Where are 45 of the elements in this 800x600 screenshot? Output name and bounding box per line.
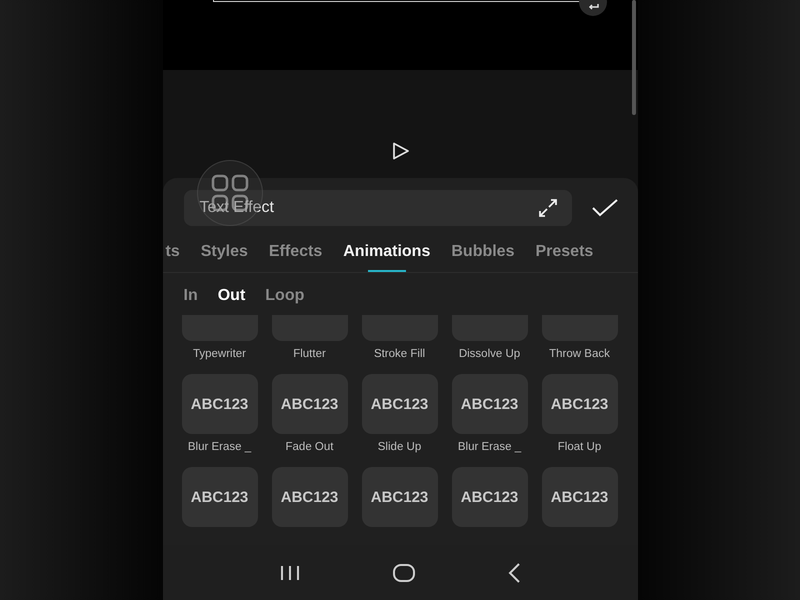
effect-label: Stroke Fill xyxy=(374,348,426,360)
tab[interactable]: Animations xyxy=(343,232,430,272)
home-icon[interactable] xyxy=(392,564,415,582)
effect-tile[interactable]: ABC123 xyxy=(542,467,618,527)
sample-text: ABC123 xyxy=(550,396,608,412)
effect-tile[interactable]: ABC123 xyxy=(452,467,528,527)
sample-text: ABC123 xyxy=(190,488,248,506)
sample-text: ABC123 xyxy=(190,396,248,412)
effect-label: Blur Erase _ xyxy=(458,441,522,453)
effect-tile[interactable]: ABC123 xyxy=(362,467,438,527)
effect-label: Dissolve Up xyxy=(458,348,520,360)
tab[interactable]: Styles xyxy=(200,232,248,272)
sample-text: ABC123 xyxy=(280,396,338,412)
subtab[interactable]: In xyxy=(184,284,198,308)
tab[interactable]: Bubbles xyxy=(451,232,514,272)
expand-icon[interactable] xyxy=(538,198,558,218)
sample-text: ABC123 xyxy=(460,488,518,506)
sample-text: ABC123 xyxy=(370,488,428,506)
effect-label: Float Up xyxy=(558,441,602,453)
effect-tile[interactable]: ABC123 xyxy=(272,467,348,527)
checkmark-icon[interactable] xyxy=(592,199,618,217)
effect-tile[interactable]: ABC123 xyxy=(362,374,438,434)
sample-text: ABC123 xyxy=(460,396,518,412)
effect-tile[interactable]: ABC123 xyxy=(542,374,618,434)
effect-label: Throw Back xyxy=(549,348,610,360)
back-icon[interactable] xyxy=(507,562,522,582)
play-icon[interactable] xyxy=(392,142,410,160)
tab[interactable]: Effects xyxy=(268,232,322,272)
effect-label: Typewriter xyxy=(192,348,246,360)
effect-tile[interactable]: ABC123 xyxy=(182,467,258,527)
sample-text: ABC123 xyxy=(550,488,608,506)
subtab[interactable]: Loop xyxy=(265,284,304,308)
recent-apps-icon[interactable] xyxy=(278,564,301,580)
effect-tile[interactable]: ABC123 xyxy=(452,374,528,434)
subtab[interactable]: Out xyxy=(218,284,246,308)
tab[interactable]: ts xyxy=(166,232,180,272)
effect-label: Slide Up xyxy=(378,441,422,453)
sample-text: ABC123 xyxy=(370,396,428,412)
effect-tile[interactable]: ABC123 xyxy=(182,374,258,434)
effect-label: Blur Erase _ xyxy=(188,441,252,453)
effect-label: Flutter xyxy=(293,348,326,360)
tab[interactable]: Presets xyxy=(535,232,594,272)
sample-text: ABC123 xyxy=(280,488,338,506)
effect-label: Fade Out xyxy=(286,441,334,453)
effect-tile[interactable]: ABC123 xyxy=(272,374,348,434)
